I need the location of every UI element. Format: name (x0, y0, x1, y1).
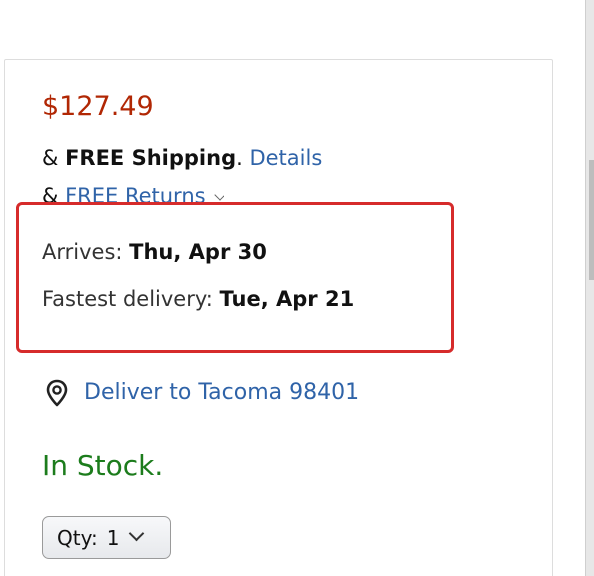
chevron-down-icon (129, 525, 145, 542)
product-page: $127.49 & FREE Shipping. Details & FREE … (0, 0, 594, 576)
shipping-details-link[interactable]: Details (249, 146, 322, 170)
deliver-to-location[interactable]: Deliver to Tacoma 98401 (42, 377, 359, 409)
page-scrollbar-track[interactable] (585, 0, 594, 576)
shipping-separator: . (236, 146, 250, 170)
returns-prefix: & (42, 184, 66, 202)
quantity-dropdown[interactable]: Qty: 1 (42, 516, 171, 559)
deliver-to-link[interactable]: Deliver to Tacoma 98401 (84, 378, 359, 408)
chevron-down-icon[interactable] (213, 189, 224, 201)
shipping-prefix: & (42, 146, 66, 170)
free-shipping-label: FREE Shipping (65, 146, 237, 170)
location-pin-icon (42, 378, 72, 408)
delivery-highlight-box (16, 202, 454, 353)
page-scrollbar-thumb[interactable] (589, 160, 594, 280)
stock-status: In Stock. (42, 449, 164, 482)
free-returns-link[interactable]: FREE Returns (65, 184, 206, 202)
returns-info: & FREE Returns (42, 182, 224, 202)
quantity-value: 1 (106, 525, 120, 550)
product-price: $127.49 (42, 91, 154, 122)
shipping-info: & FREE Shipping. Details (42, 144, 322, 172)
quantity-label: Qty: (57, 525, 98, 550)
